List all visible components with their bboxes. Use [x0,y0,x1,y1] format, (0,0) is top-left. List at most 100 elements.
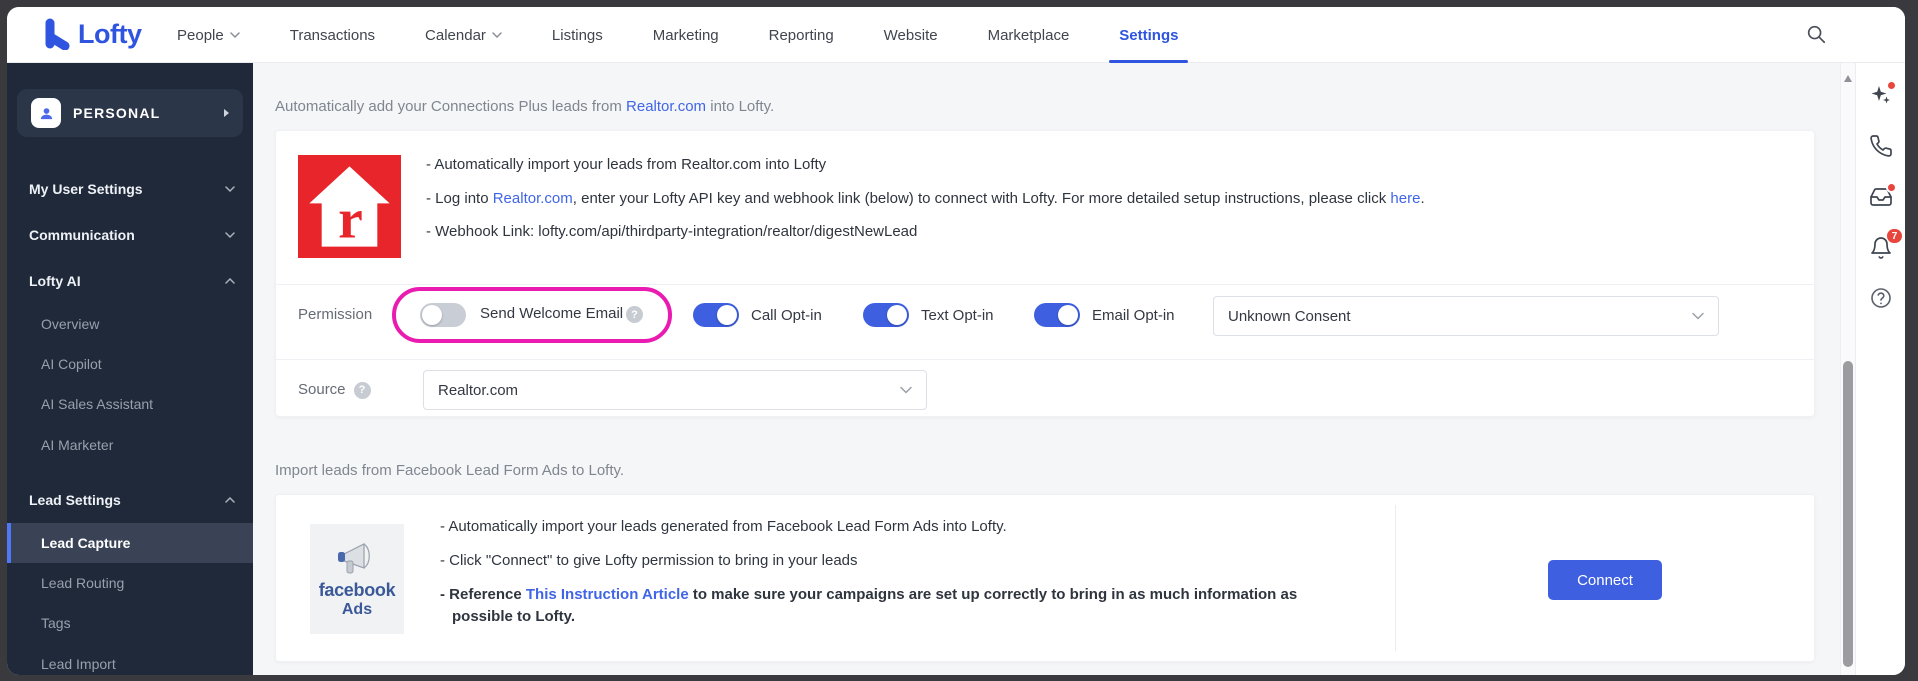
notification-count-badge: 7 [1886,228,1903,244]
nav-website[interactable]: Website [884,7,938,63]
search-icon[interactable] [1805,23,1829,47]
person-icon [31,98,61,128]
email-opt-in-label: Email Opt-in [1092,307,1175,324]
sidebar-item-lead-capture[interactable]: Lead Capture [7,523,253,563]
sidebar-item-ai-marketer[interactable]: AI Marketer [7,430,253,460]
workspace-selector[interactable]: PERSONAL [17,89,243,137]
consent-dropdown[interactable]: Unknown Consent [1213,296,1719,336]
nav-transactions-label: Transactions [290,27,375,44]
chevron-down-icon [230,32,240,38]
sidebar-group-lofty-ai[interactable]: Lofty AI [7,266,253,296]
chevron-up-icon [225,497,235,503]
bullet-text: , enter your Lofty API key and webhook l… [573,190,1391,207]
toggle-knob [717,305,737,325]
megaphone-icon [334,540,380,580]
realtor-bullet-1: - Automatically import your leads from R… [426,154,1786,175]
chevron-down-icon [492,32,502,38]
divider [276,359,1814,360]
toggle-knob [887,305,907,325]
lofty-logo-icon [43,18,71,50]
facebook-bullet-1: - Automatically import your leads genera… [440,516,1007,538]
nav-people-label: People [177,27,224,44]
instruction-article-link[interactable]: This Instruction Article [526,586,689,603]
sidebar-group-my-user-settings[interactable]: My User Settings [7,174,253,204]
source-dropdown-value: Realtor.com [438,382,518,399]
chevron-right-icon [224,109,229,117]
send-welcome-email-toggle[interactable] [420,303,466,327]
source-dropdown[interactable]: Realtor.com [423,370,927,410]
intro-text: Automatically add your Connections Plus … [275,98,626,115]
workspace-label: PERSONAL [73,105,212,121]
lofty-logo[interactable]: Lofty [43,18,141,50]
help-icon[interactable]: ? [626,306,643,323]
notification-dot [1886,182,1897,193]
facebook-ads-logo: facebook Ads [310,524,404,634]
text-opt-in-toggle[interactable] [863,303,909,327]
notification-dot [1886,80,1897,91]
email-opt-in-group: Email Opt-in [1034,303,1175,327]
call-opt-in-label: Call Opt-in [751,307,822,324]
connect-button[interactable]: Connect [1548,560,1662,600]
divider [276,284,1814,285]
settings-sidebar: PERSONAL My User Settings Communication … [7,63,253,675]
sidebar-item-ai-sales-assistant[interactable]: AI Sales Assistant [7,389,253,419]
svg-text:r: r [338,188,363,250]
nav-transactions[interactable]: Transactions [290,7,375,63]
help-icon[interactable] [1869,286,1893,310]
send-welcome-email-highlight: Send Welcome Email ? [392,287,672,343]
nav-people[interactable]: People [177,7,240,63]
source-label-row: Source ? [298,380,371,400]
nav-reporting[interactable]: Reporting [769,7,834,63]
scroll-up-arrow[interactable] [1844,75,1852,82]
connect-button-label: Connect [1577,572,1633,589]
chevron-down-icon [900,386,912,394]
bell-icon[interactable]: 7 [1869,236,1893,260]
facebook-integration-card: facebook Ads - Automatically import your… [275,494,1815,662]
active-tab-underline [1109,60,1188,63]
group-label: Lofty AI [29,273,81,289]
chevron-down-icon [1692,312,1704,320]
sidebar-group-communication[interactable]: Communication [7,220,253,250]
facebook-bullet-3: - Reference This Instruction Article to … [440,584,1320,628]
realtor-section-intro: Automatically add your Connections Plus … [275,97,774,117]
nav-marketing[interactable]: Marketing [653,7,719,63]
help-icon[interactable]: ? [354,382,371,399]
sidebar-item-ai-copilot[interactable]: AI Copilot [7,349,253,379]
text-opt-in-group: Text Opt-in [863,303,994,327]
nav-listings[interactable]: Listings [552,7,603,63]
nav-calendar[interactable]: Calendar [425,7,502,63]
consent-dropdown-value: Unknown Consent [1228,308,1351,325]
sidebar-item-lead-import[interactable]: Lead Import [7,649,253,675]
realtor-bullet-webhook: - Webhook Link: lofty.com/api/thirdparty… [426,221,1786,242]
bullet-text: . [1420,190,1424,207]
nav-marketing-label: Marketing [653,27,719,44]
nav-marketplace[interactable]: Marketplace [988,7,1070,63]
source-label: Source [298,380,346,400]
vertical-scrollbar[interactable] [1840,63,1855,675]
realtor-link[interactable]: Realtor.com [626,98,706,115]
top-navbar: Lofty People Transactions Calendar Listi… [7,7,1905,63]
phone-icon[interactable] [1869,134,1893,158]
call-opt-in-toggle[interactable] [693,303,739,327]
nav-listings-label: Listings [552,27,603,44]
sidebar-item-lead-routing[interactable]: Lead Routing [7,568,253,598]
sidebar-group-lead-settings[interactable]: Lead Settings [7,485,253,515]
realtor-login-link[interactable]: Realtor.com [493,190,573,207]
scrollbar-thumb[interactable] [1843,361,1853,667]
email-opt-in-toggle[interactable] [1034,303,1080,327]
sidebar-item-tags[interactable]: Tags [7,608,253,638]
facebook-bullet-2: - Click "Connect" to give Lofty permissi… [440,550,858,572]
nav-settings[interactable]: Settings [1119,7,1178,63]
app-window: Lofty People Transactions Calendar Listi… [7,7,1905,675]
ai-sparkle-icon[interactable] [1869,83,1893,107]
inbox-icon[interactable] [1869,185,1893,209]
setup-instructions-link[interactable]: here [1390,190,1420,207]
group-label: Communication [29,227,135,243]
nav-website-label: Website [884,27,938,44]
main-nav: People Transactions Calendar Listings Ma… [177,7,1178,63]
call-opt-in-group: Call Opt-in [693,303,822,327]
lofty-logo-text: Lofty [78,19,141,50]
group-label: Lead Settings [29,492,121,508]
sidebar-item-overview[interactable]: Overview [7,309,253,339]
realtor-integration-card: r - Automatically import your leads from… [275,130,1815,417]
